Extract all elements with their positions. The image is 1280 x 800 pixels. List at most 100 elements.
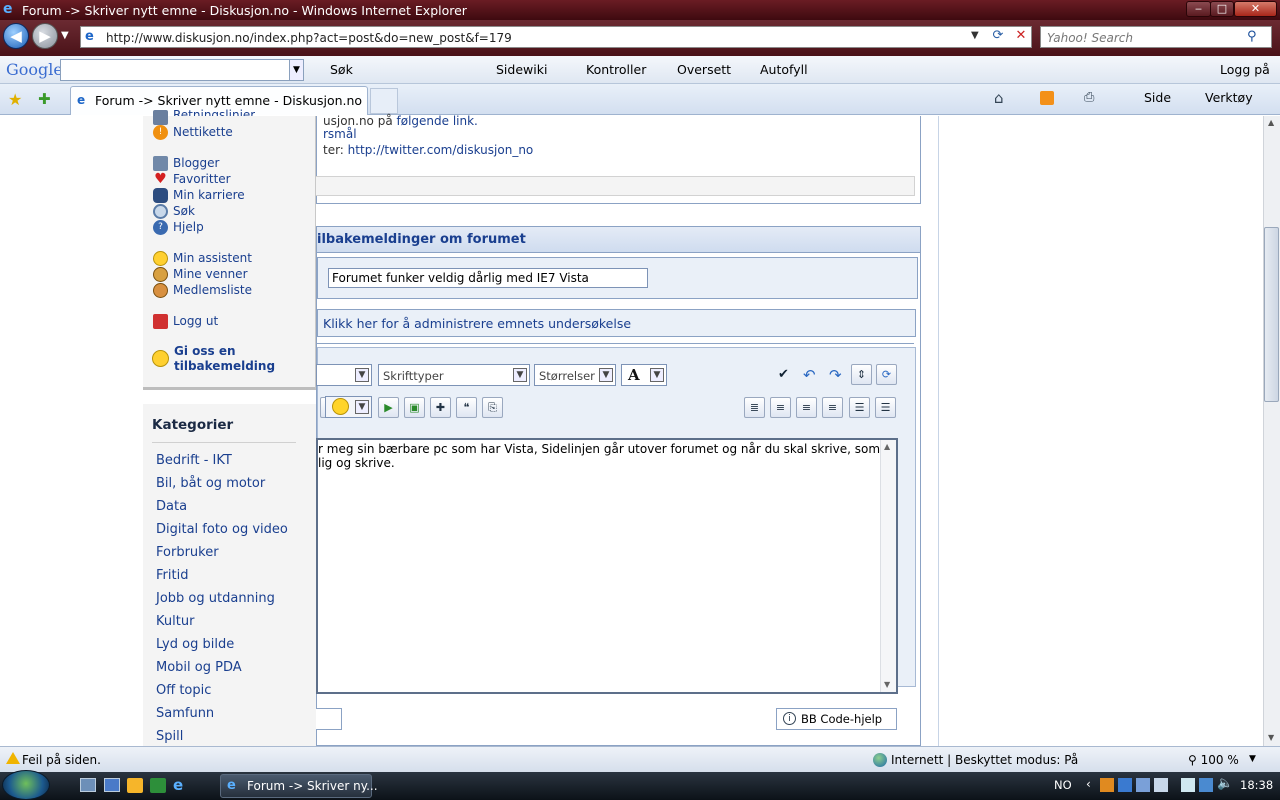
tray-pen-icon[interactable] [1154, 778, 1168, 792]
category-bil-bat-motor[interactable]: Bil, båt og motor [156, 476, 265, 491]
media-player-icon[interactable] [127, 778, 143, 793]
category-spill[interactable]: Spill [156, 729, 183, 744]
verktoy-menu[interactable]: Verktøy [1205, 90, 1253, 105]
forward-button[interactable]: ▶ [32, 23, 58, 49]
category-kultur[interactable]: Kultur [156, 614, 194, 629]
menu-item-sok[interactable]: Søk [173, 204, 195, 218]
warning-icon[interactable] [6, 752, 20, 764]
attachment-field[interactable] [316, 708, 342, 730]
menu-item-min-karriere[interactable]: Min karriere [173, 188, 245, 202]
ie-quicklaunch-icon[interactable]: e [173, 776, 183, 794]
insert-link-icon[interactable]: ▶ [378, 397, 399, 418]
category-off-topic[interactable]: Off topic [156, 683, 211, 698]
category-lyd-bilde[interactable]: Lyd og bilde [156, 637, 234, 652]
home-icon[interactable]: ⌂ [994, 89, 1004, 107]
poll-admin-link[interactable]: Klikk her for å administrere emnets unde… [323, 316, 631, 331]
category-fritid[interactable]: Fritid [156, 568, 188, 583]
bullet-list-icon[interactable]: ☰ [875, 397, 896, 418]
kontroller-button[interactable]: Kontroller [586, 62, 646, 77]
publisher-icon[interactable] [150, 778, 166, 793]
info-line1-link[interactable]: følgende link. [397, 114, 478, 128]
emoticon-select[interactable]: ▼ [325, 396, 372, 418]
color-select[interactable]: A ▼ [621, 364, 667, 386]
search-icon[interactable]: ⚲ [1247, 29, 1257, 44]
google-search-input[interactable]: ▼ [60, 59, 304, 81]
undo-icon[interactable]: ↶ [803, 366, 816, 384]
minimize-button[interactable]: ‒ [1186, 1, 1211, 17]
page-scrollbar[interactable]: ▲ ▼ [1263, 116, 1280, 746]
page-scrollbar-thumb[interactable] [1264, 227, 1279, 402]
scroll-up-icon[interactable]: ▲ [1268, 118, 1274, 127]
address-bar[interactable]: e http://www.diskusjon.no/index.php?act=… [80, 26, 1032, 48]
align-left-icon[interactable]: ≡ [770, 397, 791, 418]
spellcheck-icon[interactable]: ✔ [778, 367, 789, 382]
status-error-text[interactable]: Feil på siden. [22, 753, 101, 767]
google-dropdown-icon[interactable]: ▼ [289, 60, 303, 80]
bb-code-help-button[interactable]: i BB Code-hjelp [776, 708, 897, 730]
close-button[interactable]: ✕ [1234, 1, 1277, 17]
scroll-up-icon[interactable]: ▲ [884, 442, 890, 451]
category-mobil-pda[interactable]: Mobil og PDA [156, 660, 242, 675]
twitter-link[interactable]: http://twitter.com/diskusjon_no [348, 143, 534, 157]
category-bedrift-ikt[interactable]: Bedrift - IKT [156, 453, 232, 468]
font-style-select[interactable]: ▼ [316, 364, 372, 386]
align-right-icon[interactable]: ≡ [822, 397, 843, 418]
info-line2-link[interactable]: rsmål [323, 127, 357, 141]
numbered-list-icon[interactable]: ☰ [849, 397, 870, 418]
back-button[interactable]: ◀ [3, 23, 29, 49]
menu-item-medlemsliste[interactable]: Medlemsliste [173, 283, 252, 297]
oversett-button[interactable]: Oversett [677, 62, 731, 77]
switch-windows-icon[interactable] [104, 778, 120, 792]
show-desktop-icon[interactable] [80, 778, 96, 792]
insert-image-icon[interactable]: ▣ [404, 397, 425, 418]
add-favorites-icon[interactable]: ✚ [38, 90, 51, 108]
message-editor[interactable]: r meg sin bærbare pc som har Vista, Side… [316, 438, 898, 694]
scroll-down-icon[interactable]: ▼ [884, 680, 890, 689]
insert-code-icon[interactable]: ⎘ [482, 397, 503, 418]
menu-item-min-assistent[interactable]: Min assistent [173, 251, 252, 265]
category-digital-foto[interactable]: Digital foto og video [156, 522, 288, 537]
tray-monitor-icon[interactable] [1199, 778, 1213, 792]
redo-icon[interactable]: ↷ [829, 366, 842, 384]
zone-text[interactable]: Internett | Beskyttet modus: På [891, 753, 1078, 767]
volume-icon[interactable]: 🔈 [1217, 776, 1233, 791]
switch-mode-icon[interactable]: ⟳ [876, 364, 897, 385]
language-indicator[interactable]: NO [1054, 778, 1072, 792]
category-jobb-utdanning[interactable]: Jobb og utdanning [156, 591, 275, 606]
menu-item-retningslinjer[interactable]: Retningslinjer [173, 108, 255, 116]
insert-attachment-icon[interactable]: ✚ [430, 397, 451, 418]
menu-item-blogger[interactable]: Blogger [173, 156, 219, 170]
zoom-level[interactable]: ⚲ 100 % [1188, 753, 1239, 767]
category-forbruker[interactable]: Forbruker [156, 545, 219, 560]
tray-chart-icon[interactable] [1136, 778, 1150, 792]
align-center-icon[interactable]: ≡ [796, 397, 817, 418]
size-select[interactable]: Størrelser ▼ [534, 364, 616, 386]
outdent-icon[interactable]: ≣ [744, 397, 765, 418]
side-menu[interactable]: Side [1144, 90, 1171, 105]
menu-item-favoritter[interactable]: Favoritter [173, 172, 231, 186]
google-search-button[interactable]: Søk [330, 62, 353, 77]
search-box[interactable]: Yahoo! Search ⚲ [1040, 26, 1272, 48]
google-login-button[interactable]: Logg på [1220, 62, 1270, 77]
font-select[interactable]: Skrifttyper ▼ [378, 364, 530, 386]
subject-input[interactable]: Forumet funker veldig dårlig med IE7 Vis… [328, 268, 648, 288]
autofyll-button[interactable]: Autofyll [760, 62, 808, 77]
feedback-link[interactable]: Gi oss en tilbakemelding [174, 344, 275, 374]
menu-item-logg-ut[interactable]: Logg ut [173, 314, 218, 328]
address-dropdown-icon[interactable]: ▼ [971, 30, 979, 41]
taskbar-ie-button[interactable]: e Forum -> Skriver ny... [220, 774, 378, 798]
scroll-down-icon[interactable]: ▼ [1268, 733, 1274, 742]
tray-device-icon[interactable] [1181, 778, 1195, 792]
insert-quote-icon[interactable]: ❝ [456, 397, 477, 418]
favorites-star-icon[interactable]: ★ [8, 90, 22, 109]
menu-item-nettikette[interactable]: Nettikette [173, 125, 233, 139]
start-button[interactable] [2, 770, 50, 800]
resize-icon[interactable]: ⇕ [851, 364, 872, 385]
new-tab-button[interactable] [370, 88, 398, 114]
history-dropdown-icon[interactable]: ▼ [61, 30, 69, 41]
refresh-icon[interactable]: ⟳ [987, 28, 1009, 46]
tray-app-icon[interactable] [1100, 778, 1114, 792]
menu-item-hjelp[interactable]: Hjelp [173, 220, 204, 234]
editor-scrollbar[interactable]: ▲ ▼ [880, 440, 896, 692]
clock[interactable]: 18:38 [1240, 778, 1273, 792]
